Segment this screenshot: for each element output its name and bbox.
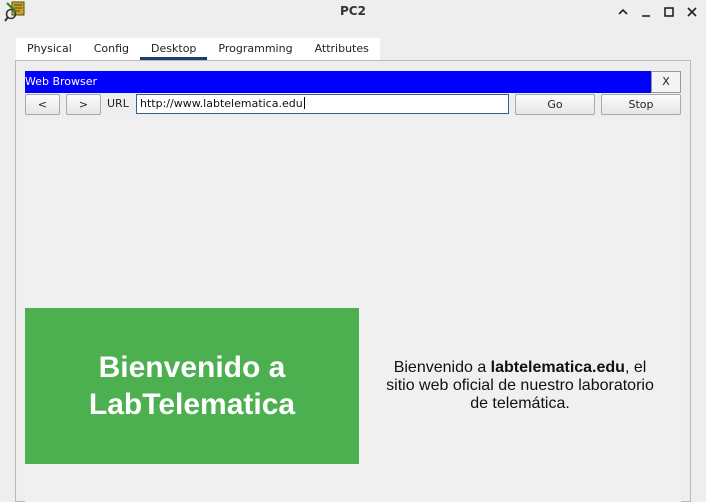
url-value: http://www.labtelematica.edu <box>140 97 303 110</box>
back-button[interactable]: < <box>25 94 60 115</box>
window-titlebar: PC2 <box>0 0 706 25</box>
window-title: PC2 <box>340 4 366 18</box>
welcome-prefix: Bienvenido a <box>393 359 491 376</box>
close-icon[interactable] <box>683 3 701 21</box>
hero-line-2: LabTelematica <box>88 388 296 421</box>
welcome-text: Bienvenido a labtelematica.edu, el sitio… <box>380 359 660 413</box>
maximize-icon[interactable] <box>660 3 678 21</box>
url-input[interactable]: http://www.labtelematica.edu <box>136 94 509 114</box>
hero-heading: Bienvenido a LabTelematica <box>89 349 295 423</box>
stop-button[interactable]: Stop <box>601 94 681 115</box>
hero-banner: Bienvenido a LabTelematica <box>25 308 359 464</box>
url-label: URL <box>107 97 129 110</box>
tab-physical[interactable]: Physical <box>16 38 83 60</box>
tab-desktop[interactable]: Desktop <box>140 38 208 60</box>
forward-button[interactable]: > <box>66 94 101 115</box>
minimize-icon[interactable] <box>637 3 655 21</box>
tab-config[interactable]: Config <box>83 38 140 60</box>
hero-line-1: Bienvenido a <box>98 351 286 384</box>
chevron-up-icon[interactable] <box>614 3 632 21</box>
welcome-site-name: labtelematica.edu <box>490 359 625 376</box>
close-browser-button[interactable]: X <box>651 71 681 93</box>
device-tabs: Physical Config Desktop Programming Attr… <box>16 38 380 60</box>
go-button[interactable]: Go <box>515 94 595 115</box>
tab-programming[interactable]: Programming <box>207 38 303 60</box>
text-caret <box>303 97 305 109</box>
web-browser-title: Web Browser <box>25 75 98 88</box>
tab-attributes[interactable]: Attributes <box>304 38 380 60</box>
web-browser-header: Web Browser X <box>25 71 681 93</box>
